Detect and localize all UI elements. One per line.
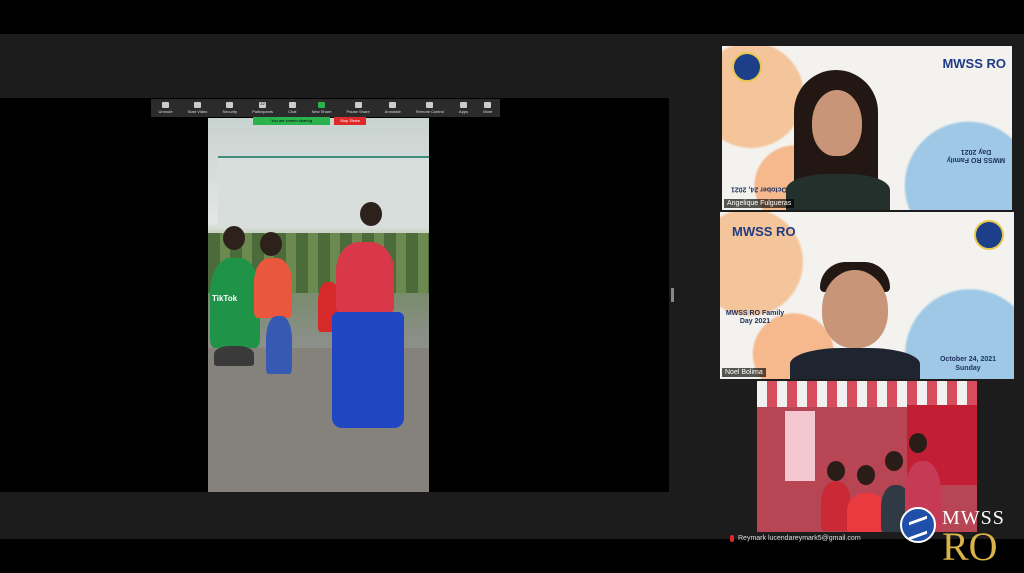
start-video-button[interactable]: Start Video [188,102,207,114]
stop-share-button[interactable]: Stop Share [334,117,367,125]
child-head [857,465,875,485]
mic-muted-icon [730,535,734,542]
event-date: October 24, 2021 [939,356,997,363]
dancer-red-main [336,242,394,314]
dancer-jeans [266,316,292,374]
pencil-icon [389,102,397,108]
participant-label-reymark: Reymark lucendareymark5@gmail.com [730,535,861,542]
share-screen-icon [318,102,326,108]
mwss-seal-logo [974,220,1004,250]
child-head [909,433,927,453]
more-button[interactable]: More [483,102,492,114]
child-head [885,451,903,471]
participant-name-label: Angelique Fulgueras [724,199,795,208]
window [785,411,815,481]
dancer-head [223,226,245,250]
brand-logo-text: MWSS RO [732,224,796,239]
person-torso [786,174,890,210]
panel-resize-handle[interactable] [671,288,674,302]
mwss-ro-watermark: MWSS RO [900,505,1020,569]
unmute-button[interactable]: Unmute [159,102,173,114]
event-title: MWSS RO Family Day 2021 [725,310,785,326]
top-black-bar [0,0,1024,34]
event-title: MWSS RO Family Day 2021 [946,147,1006,163]
shared-dance-video: TikTok [208,118,429,492]
zoom-floating-toolbar: Unmute Start Video Security 22 Participan… [151,99,500,117]
annotate-button[interactable]: Annotate [385,102,401,114]
participant-name-text: Reymark lucendareymark5@gmail.com [738,535,861,542]
mwss-wave-logo-icon [900,507,936,543]
building-wall [218,158,429,228]
shield-icon [226,102,234,108]
apps-button[interactable]: Apps [459,102,468,114]
participants-button[interactable]: 22 Participants [252,102,273,114]
dancer-head [360,202,382,226]
participants-icon: 22 [259,101,267,108]
apps-icon [460,102,468,108]
mic-off-icon [162,102,170,108]
remote-control-button[interactable]: Remote Control [416,102,444,114]
participant-name-label: Noel Bolima [722,368,766,377]
screen-sharing-notice: You are screen sharing Stop Share [253,117,367,125]
event-date: October 24, 2021 [730,185,788,193]
person-face [822,270,888,348]
child-head [827,461,845,481]
pause-share-button[interactable]: Pause Share [347,102,370,114]
chat-button[interactable]: Chat [288,102,297,114]
dancer-green [210,258,260,348]
dancer-head [260,232,282,256]
brand-logo-text: MWSS RO [942,56,1006,71]
watermark-ro-text: RO [942,524,998,569]
dancer-legs [214,346,254,366]
more-dots-icon [484,102,492,108]
video-off-icon [194,102,202,108]
mwss-seal-logo [732,52,762,82]
sharing-status-text: You are screen sharing [253,117,330,125]
mouse-icon [426,102,434,108]
shirt-logo-text: TikTok [212,294,238,303]
chat-icon [288,102,296,108]
person-face [812,90,862,156]
dancer-red-1 [254,258,292,318]
video-tile-noel[interactable]: MWSS RO MWSS RO Family Day 2021 October … [720,212,1014,379]
video-tile-angelique[interactable]: MWSS RO MWSS RO Family Day 2021 October … [722,46,1012,210]
new-share-button[interactable]: New Share [312,102,331,114]
curtain [757,381,977,407]
person-torso [790,348,920,379]
dancer-blue-pants [332,312,404,428]
pause-icon [354,102,362,108]
event-day: Sunday [955,365,981,372]
security-button[interactable]: Security [223,102,237,114]
